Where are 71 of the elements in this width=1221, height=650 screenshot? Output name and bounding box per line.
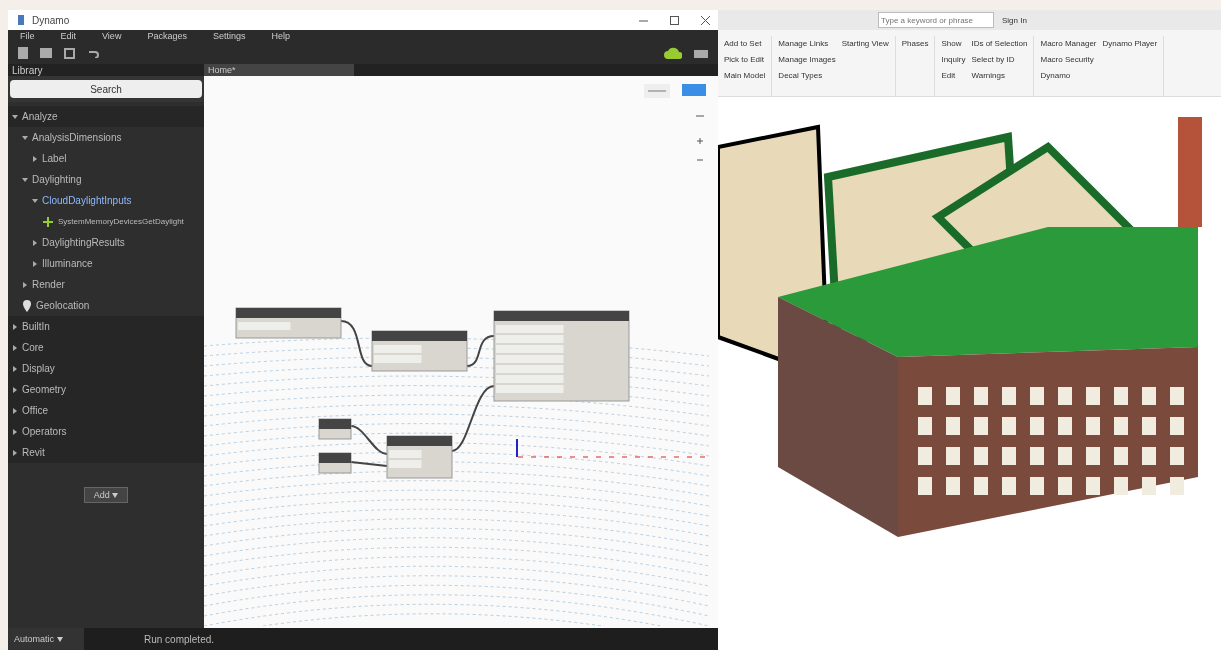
- ribbon-button[interactable]: Phases: [901, 36, 929, 50]
- connector-wire: [466, 335, 495, 367]
- app-logo-icon: [16, 15, 26, 25]
- ribbon-button[interactable]: IDs of Selection: [971, 36, 1028, 50]
- search-field[interactable]: Type a keyword or phrase: [878, 12, 994, 28]
- library-item[interactable]: AnalysisDimensions: [32, 132, 122, 143]
- map-pin-icon: [22, 299, 32, 312]
- ribbon-button[interactable]: Macro Security: [1040, 52, 1097, 66]
- ribbon-button[interactable]: Inquiry: [941, 52, 966, 66]
- ribbon-button[interactable]: Decal Types: [778, 68, 836, 82]
- sign-in-link[interactable]: Sign In: [1002, 15, 1027, 25]
- save-icon[interactable]: [64, 47, 75, 59]
- caret-icon: [56, 637, 63, 642]
- library-item[interactable]: Revit: [22, 447, 45, 458]
- ribbon-button[interactable]: Manage Links: [778, 36, 836, 50]
- ribbon-button[interactable]: Select by ID: [971, 52, 1028, 66]
- library-title: Library: [12, 64, 43, 76]
- ribbon-button[interactable]: Starting View: [841, 36, 889, 50]
- graph-node[interactable]: [371, 330, 468, 372]
- graph-node[interactable]: [386, 435, 453, 479]
- cloud-icon[interactable]: [664, 47, 682, 59]
- library-item[interactable]: Operators: [22, 426, 67, 437]
- undo-icon[interactable]: [87, 48, 99, 58]
- ribbon-button[interactable]: Pick to Edit: [724, 52, 766, 66]
- close-icon[interactable]: [701, 15, 710, 25]
- ribbon-button[interactable]: Dynamo: [1040, 68, 1097, 82]
- graph-node[interactable]: [235, 307, 342, 339]
- library-item[interactable]: DaylightingResults: [42, 237, 125, 248]
- library-item[interactable]: Label: [42, 153, 67, 164]
- ribbon-button[interactable]: Manage Images: [778, 52, 836, 66]
- library-item[interactable]: Display: [22, 363, 55, 374]
- menu-item[interactable]: Packages: [147, 31, 187, 41]
- connector-wire: [350, 461, 388, 467]
- ribbon-button[interactable]: Warnings: [971, 68, 1028, 82]
- ribbon-button[interactable]: Edit: [941, 68, 966, 82]
- library-item[interactable]: SystemMemoryDevicesGetDaylight: [58, 217, 184, 226]
- ribbon-button[interactable]: Show: [941, 36, 966, 50]
- file-tab[interactable]: Home*: [204, 64, 354, 76]
- library-item[interactable]: Geolocation: [36, 300, 90, 311]
- ribbon-button[interactable]: Add to Set: [724, 36, 766, 50]
- ribbon-button[interactable]: Dynamo Player: [1102, 36, 1158, 50]
- menu-item[interactable]: Edit: [60, 31, 77, 41]
- library-item[interactable]: Daylighting: [32, 174, 82, 185]
- maximize-icon[interactable]: [670, 15, 679, 25]
- connector-wire: [350, 425, 388, 455]
- library-item[interactable]: Geometry: [22, 384, 66, 395]
- library-item[interactable]: CloudDaylightInputs: [42, 195, 132, 206]
- connector-wire: [340, 320, 373, 367]
- connector-wire: [451, 385, 495, 452]
- library-item[interactable]: Office: [22, 405, 48, 416]
- library-item[interactable]: Core: [22, 342, 44, 353]
- library-item[interactable]: Render: [32, 279, 65, 290]
- ribbon-button[interactable]: Main Model: [724, 68, 766, 82]
- library-item[interactable]: Illuminance: [42, 258, 93, 269]
- library-item[interactable]: BuiltIn: [22, 321, 50, 332]
- add-button[interactable]: Add: [84, 487, 128, 503]
- menu-item[interactable]: Help: [271, 31, 290, 41]
- graph-node[interactable]: [493, 310, 630, 402]
- run-status: Run completed.: [144, 633, 215, 645]
- menu-item[interactable]: View: [102, 31, 122, 41]
- run-mode-dropdown[interactable]: Automatic: [8, 628, 84, 650]
- search-field[interactable]: Search: [10, 80, 202, 98]
- library-item[interactable]: Analyze: [22, 111, 58, 122]
- ribbon-button[interactable]: Macro Manager: [1040, 36, 1097, 50]
- menu-item[interactable]: Settings: [212, 31, 246, 41]
- menu-item[interactable]: File: [20, 31, 35, 41]
- graph-node[interactable]: [318, 452, 352, 474]
- window-title: Dynamo: [32, 14, 70, 26]
- caret-icon: [112, 493, 119, 498]
- graph-node[interactable]: [318, 418, 352, 440]
- add-node-icon: [42, 215, 54, 228]
